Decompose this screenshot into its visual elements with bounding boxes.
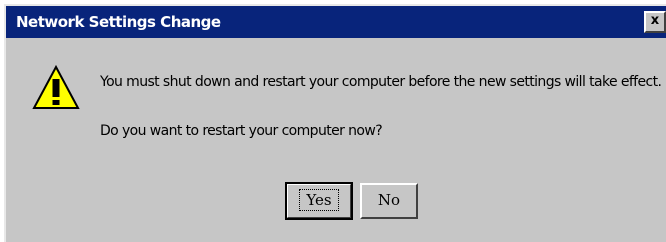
yes-button-label: Yes <box>299 189 339 211</box>
network-settings-dialog: Network Settings Change x You must shut … <box>4 4 666 242</box>
close-button[interactable]: x <box>644 11 666 33</box>
message-line-restart-question: Do you want to restart your computer now… <box>100 123 383 139</box>
no-button[interactable]: No <box>360 183 418 219</box>
warning-triangle-icon <box>32 64 80 109</box>
yes-button[interactable]: Yes <box>285 182 353 220</box>
title-bar[interactable]: Network Settings Change x <box>6 6 666 38</box>
window-title: Network Settings Change <box>16 13 221 31</box>
message-line-restart-required: You must shut down and restart your comp… <box>100 74 662 90</box>
no-button-label: No <box>377 191 401 209</box>
